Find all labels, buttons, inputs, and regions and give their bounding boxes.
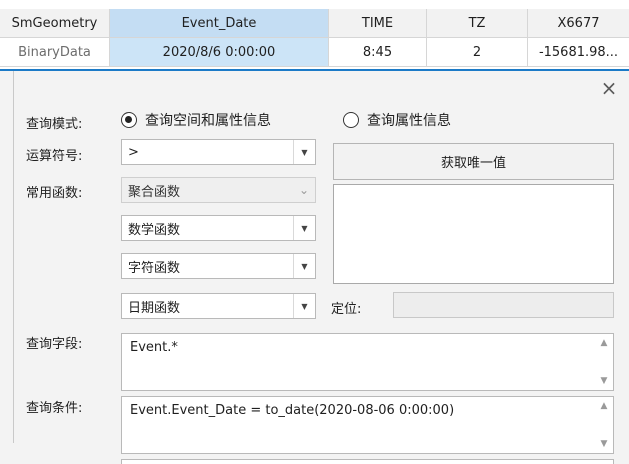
scroll-up-icon[interactable]: ▲ bbox=[595, 336, 613, 350]
close-icon: × bbox=[600, 76, 618, 100]
column-header-x6677[interactable]: X6677 bbox=[528, 9, 629, 38]
query-condition-input[interactable]: Event.Event_Date = to_date(2020-08-06 0:… bbox=[121, 396, 614, 454]
date-function-value: 日期函数 bbox=[128, 300, 181, 316]
operator-value: > bbox=[128, 144, 139, 160]
radio-selected-icon bbox=[121, 112, 137, 128]
radio-spatial-and-attribute-label: 查询空间和属性信息 bbox=[145, 113, 271, 129]
attribute-table: SmGeometry Event_Date TIME TZ X6677 Bina… bbox=[0, 0, 629, 70]
math-function-value: 数学函数 bbox=[128, 222, 181, 238]
dialog-left-panel bbox=[0, 71, 14, 443]
scroll-down-icon[interactable]: ▼ bbox=[595, 437, 613, 451]
query-fields-label: 查询字段: bbox=[26, 337, 83, 352]
radio-attribute-only-label: 查询属性信息 bbox=[367, 113, 451, 129]
next-field-partial[interactable] bbox=[121, 459, 614, 464]
aggregate-function-select: 聚合函数 ⌄ bbox=[121, 177, 316, 203]
dropdown-arrow-icon[interactable]: ▼ bbox=[293, 140, 315, 164]
chevron-down-icon: ⌄ bbox=[298, 183, 310, 197]
operator-label: 运算符号: bbox=[26, 149, 83, 164]
operator-select[interactable]: > ▼ bbox=[121, 139, 316, 165]
query-fields-value: Event.* bbox=[130, 340, 178, 355]
table-cell-smgeometry[interactable]: BinaryData bbox=[0, 38, 110, 67]
query-fields-scrollbar[interactable]: ▲ ▼ bbox=[595, 334, 613, 390]
radio-spatial-and-attribute[interactable]: 查询空间和属性信息 bbox=[121, 110, 271, 130]
query-condition-scrollbar[interactable]: ▲ ▼ bbox=[595, 397, 613, 453]
radio-unselected-icon bbox=[343, 112, 359, 128]
column-header-time[interactable]: TIME bbox=[329, 9, 427, 38]
dropdown-arrow-icon[interactable]: ▼ bbox=[293, 254, 315, 278]
string-function-select[interactable]: 字符函数 ▼ bbox=[121, 253, 316, 279]
column-header-tz[interactable]: TZ bbox=[427, 9, 528, 38]
scroll-down-icon[interactable]: ▼ bbox=[595, 374, 613, 388]
aggregate-function-value: 聚合函数 bbox=[128, 184, 181, 200]
table-cell-event-date[interactable]: 2020/8/6 0:00:00 bbox=[110, 38, 329, 67]
dropdown-arrow-icon[interactable]: ▼ bbox=[293, 216, 315, 240]
query-condition-value: Event.Event_Date = to_date(2020-08-06 0:… bbox=[130, 403, 455, 418]
date-function-select[interactable]: 日期函数 ▼ bbox=[121, 293, 316, 319]
string-function-value: 字符函数 bbox=[128, 260, 181, 276]
dropdown-arrow-icon[interactable]: ▼ bbox=[293, 294, 315, 318]
math-function-select[interactable]: 数学函数 ▼ bbox=[121, 215, 316, 241]
column-header-event-date[interactable]: Event_Date bbox=[110, 9, 329, 38]
scroll-up-icon[interactable]: ▲ bbox=[595, 399, 613, 413]
table-cell-tz[interactable]: 2 bbox=[427, 38, 528, 67]
radio-attribute-only[interactable]: 查询属性信息 bbox=[343, 110, 451, 130]
locate-label: 定位: bbox=[331, 302, 362, 317]
query-fields-input[interactable]: Event.* ▲ ▼ bbox=[121, 333, 614, 391]
table-cell-time[interactable]: 8:45 bbox=[329, 38, 427, 67]
column-header-smgeometry[interactable]: SmGeometry bbox=[0, 9, 110, 38]
sql-query-dialog: × 查询模式: 查询空间和属性信息 查询属性信息 运算符号: > ▼ 常用函数:… bbox=[0, 71, 629, 464]
query-condition-label: 查询条件: bbox=[26, 401, 83, 416]
query-mode-label: 查询模式: bbox=[26, 117, 83, 132]
common-functions-label: 常用函数: bbox=[26, 186, 83, 201]
close-button[interactable]: × bbox=[598, 77, 620, 99]
table-cell-x6677[interactable]: -15681.98... bbox=[528, 38, 629, 67]
locate-field[interactable] bbox=[393, 292, 614, 318]
get-unique-values-button[interactable]: 获取唯一值 bbox=[333, 143, 614, 180]
unique-values-list[interactable] bbox=[333, 184, 614, 284]
